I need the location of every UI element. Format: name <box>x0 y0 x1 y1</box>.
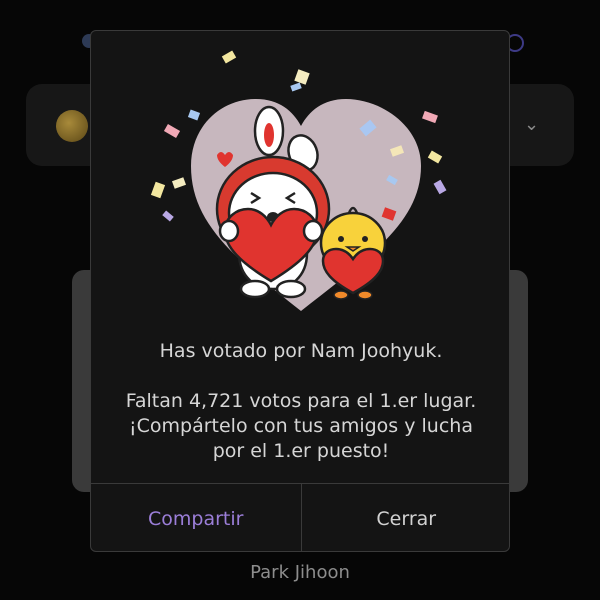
message-voted-for: Has votado por Nam Joohyuk. <box>159 340 443 362</box>
share-button[interactable]: Compartir <box>91 484 302 551</box>
dialog-actions: Compartir Cerrar <box>91 483 510 551</box>
close-button[interactable]: Cerrar <box>302 484 510 551</box>
message-votes-remaining: Faltan 4,721 votos para el 1.er lugar. <box>125 390 477 412</box>
message-share-prompt: ¡Compártelo con tus amigos y lucha <box>129 415 473 437</box>
coin-icon <box>56 110 88 142</box>
message-share-prompt-end: por el 1.er puesto! <box>212 440 390 462</box>
chevron-down-icon: ⌄ <box>524 114 540 135</box>
celebration-illustration <box>150 50 447 311</box>
nominee-name: Park Jihoon <box>250 562 350 583</box>
vote-message: Has votado por Nam Joohyuk. Faltan 4,721… <box>121 339 481 464</box>
vote-confirmation-dialog: Has votado por Nam Joohyuk. Faltan 4,721… <box>90 30 510 552</box>
